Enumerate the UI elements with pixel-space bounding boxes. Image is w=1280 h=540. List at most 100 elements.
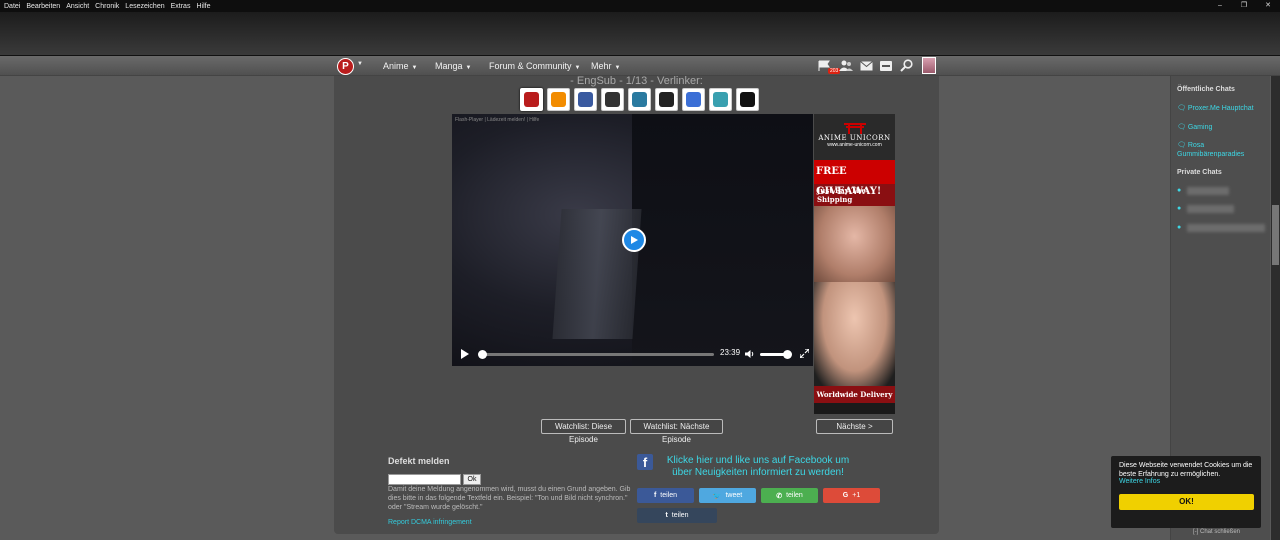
- nav-anime[interactable]: Anime ▼: [383, 61, 417, 71]
- torii-icon: [844, 123, 866, 134]
- cookie-more-link[interactable]: Weitere Infos: [1119, 478, 1160, 485]
- hoster-button-hoster-6[interactable]: [655, 88, 678, 111]
- site-logo[interactable]: P: [337, 58, 354, 75]
- chat-link-main[interactable]: 🗨 Proxer.Me Hauptchat: [1177, 104, 1254, 113]
- cookie-ok-button[interactable]: OK!: [1119, 494, 1254, 510]
- player-note[interactable]: Flash-Player | Lädezeit melden! | Hilfe: [455, 117, 539, 123]
- window-controls: – ❐ ✕: [1208, 0, 1280, 12]
- report-ok-button[interactable]: Ok: [463, 474, 481, 485]
- menu-extras[interactable]: Extras: [171, 3, 191, 10]
- hoster-button-crunchyroll[interactable]: [547, 88, 570, 111]
- close-chat-link[interactable]: [-] Chat schließen: [1193, 529, 1240, 535]
- play-icon: [631, 236, 638, 244]
- seek-handle[interactable]: [478, 350, 487, 359]
- chat-link-label: Rosa Gummibärenparadies: [1177, 142, 1245, 158]
- chevron-down-icon: ▼: [465, 65, 472, 71]
- user-icon: ●: [1177, 224, 1182, 231]
- volume-handle[interactable]: [783, 350, 792, 359]
- nav-more[interactable]: Mehr ▼: [591, 61, 620, 71]
- report-info: Damit deine Meldung angenommen wird, mus…: [388, 486, 631, 511]
- private-chat-item[interactable]: [1187, 205, 1234, 213]
- menu-history[interactable]: Chronik: [95, 3, 119, 10]
- share-button-twitter[interactable]: 🐦 tweet: [699, 488, 756, 503]
- tumblr-icon: t: [665, 512, 668, 519]
- user-icon: ●: [1177, 205, 1182, 212]
- report-input[interactable]: [388, 474, 461, 485]
- hoster-button-hoster-9[interactable]: [736, 88, 759, 111]
- menu-edit[interactable]: Bearbeiten: [26, 3, 60, 10]
- close-window-button[interactable]: ✕: [1256, 0, 1280, 12]
- share-button-whatsapp[interactable]: ✆ teilen: [761, 488, 818, 503]
- googleplus-icon: G: [842, 492, 849, 499]
- dmca-link[interactable]: Report DCMA infringement: [388, 519, 472, 526]
- video-player[interactable]: Flash-Player | Lädezeit melden! | Hilfe …: [452, 114, 813, 366]
- share-label: +1: [852, 492, 861, 499]
- seek-bar[interactable]: [480, 353, 714, 356]
- cookie-message: Diese Webseite verwendet Cookies um die …: [1119, 462, 1253, 478]
- public-chats-title: Öffentliche Chats: [1177, 86, 1235, 93]
- maximize-button[interactable]: ❐: [1232, 0, 1256, 12]
- facebook-icon: f: [653, 492, 657, 499]
- private-chat-item[interactable]: [1187, 187, 1229, 195]
- next-episode-button[interactable]: Nächste >: [816, 419, 893, 434]
- fullscreen-icon[interactable]: [800, 349, 809, 358]
- play-overlay-button[interactable]: [622, 228, 646, 252]
- menu-file[interactable]: Datei: [4, 3, 20, 10]
- volume-icon[interactable]: [745, 349, 755, 359]
- nav-forum[interactable]: Forum & Community ▼: [489, 61, 580, 71]
- scrollbar-thumb[interactable]: [1272, 205, 1279, 265]
- mail-icon[interactable]: [859, 59, 873, 72]
- watchlist-next-button[interactable]: Watchlist: Nächste Episode: [630, 419, 723, 444]
- twitter-icon: 🐦: [712, 492, 722, 500]
- hoster-7-icon: [686, 92, 701, 107]
- friends-icon[interactable]: [839, 59, 853, 72]
- nav-manga[interactable]: Manga ▼: [435, 61, 471, 71]
- menu-help[interactable]: Hilfe: [196, 3, 210, 10]
- nav-manga-label: Manga: [435, 61, 463, 71]
- hoster-button-hoster-8[interactable]: [709, 88, 732, 111]
- ad-header: ANIME UNICORN www.anime-unicorn.com: [814, 114, 895, 160]
- share-button-tumblr[interactable]: t teilen: [637, 508, 717, 523]
- ad-headline: FREE GIVEAWAY!: [814, 160, 895, 197]
- nav-anime-label: Anime: [383, 61, 409, 71]
- hoster-button-hoster-4[interactable]: [601, 88, 624, 111]
- share-label: teilen: [660, 492, 678, 499]
- share-button-googleplus[interactable]: G +1: [823, 488, 880, 503]
- advertisement[interactable]: ANIME UNICORN www.anime-unicorn.com FREE…: [814, 114, 895, 414]
- minimize-button[interactable]: –: [1208, 0, 1232, 12]
- hoster-3-icon: [578, 92, 593, 107]
- user-icon: ●: [1177, 187, 1182, 194]
- episode-title: - EngSub - 1/13 - Verlinker:: [570, 75, 703, 87]
- nav-forum-label: Forum & Community: [489, 61, 572, 71]
- facebook-icon[interactable]: f: [637, 454, 653, 470]
- share-label: tweet: [725, 492, 743, 499]
- user-avatar[interactable]: [922, 57, 936, 74]
- nav-more-label: Mehr: [591, 61, 612, 71]
- hoster-button-hoster-5[interactable]: [628, 88, 651, 111]
- search-icon[interactable]: [899, 59, 913, 72]
- player-controls: 23:39: [452, 342, 813, 366]
- ad-image: [814, 282, 895, 386]
- site-navbar: [0, 56, 1280, 76]
- chevron-down-icon: ▼: [357, 61, 363, 67]
- proxer-icon: [524, 92, 539, 107]
- minus-icon[interactable]: [879, 59, 893, 72]
- share-button-facebook[interactable]: f teilen: [637, 488, 694, 503]
- share-label: teilen: [671, 512, 689, 519]
- menu-bookmarks[interactable]: Lesezeichen: [125, 3, 164, 10]
- private-chat-item[interactable]: [1187, 224, 1265, 232]
- page-scrollbar[interactable]: [1271, 76, 1280, 540]
- hoster-button-proxer[interactable]: [520, 88, 543, 111]
- chat-link-gaming[interactable]: 🗨 Gaming: [1177, 123, 1212, 132]
- hoster-button-hoster-3[interactable]: [574, 88, 597, 111]
- browser-menubar: Datei Bearbeiten Ansicht Chronik Lesezei…: [0, 0, 1280, 12]
- facebook-like-link[interactable]: Klicke hier und like uns auf Facebook um…: [658, 455, 858, 479]
- play-button[interactable]: [461, 349, 469, 359]
- hoster-button-hoster-7[interactable]: [682, 88, 705, 111]
- chat-link-rosa[interactable]: 🗨 Rosa Gummibärenparadies: [1177, 141, 1262, 159]
- hoster-5-icon: [632, 92, 647, 107]
- chat-link-label: Proxer.Me Hauptchat: [1187, 105, 1254, 112]
- chevron-down-icon: ▼: [411, 65, 418, 71]
- watchlist-this-button[interactable]: Watchlist: Diese Episode: [541, 419, 626, 444]
- menu-view[interactable]: Ansicht: [66, 3, 89, 10]
